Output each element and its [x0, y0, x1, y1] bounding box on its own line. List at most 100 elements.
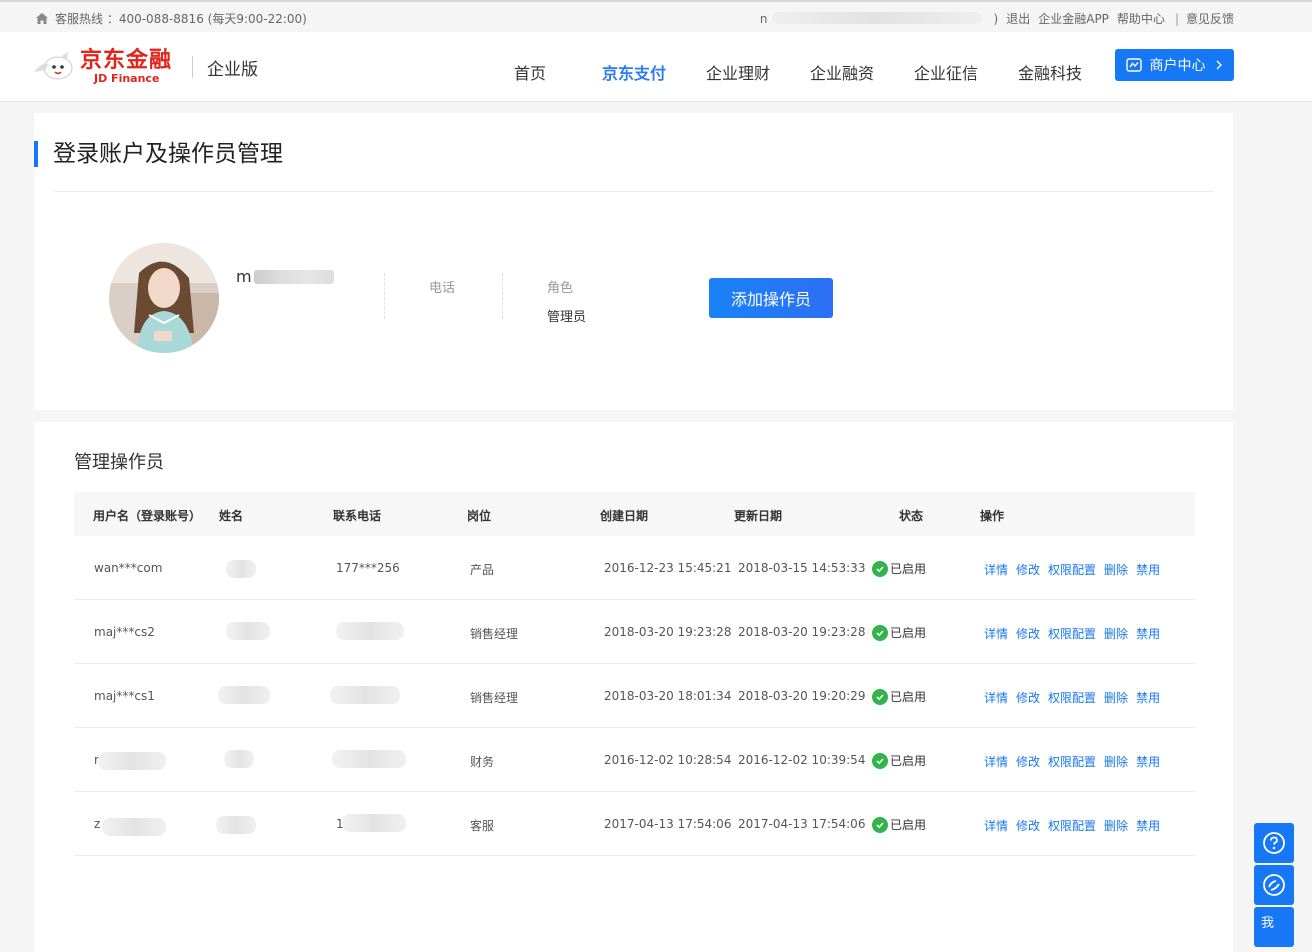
hotline: 客服热线 ：400-088-8816 (每天9:00-22:00): [36, 10, 307, 27]
add-operator-button[interactable]: 添加操作员: [709, 278, 833, 318]
top-link-separator: |: [1175, 12, 1179, 26]
edition-label: 企业版: [207, 55, 258, 80]
disable-link[interactable]: 禁用: [1136, 753, 1160, 770]
edit-link[interactable]: 修改: [1016, 753, 1040, 770]
cell-updated: 2018-03-20 19:23:28: [738, 625, 865, 639]
nav-wealth[interactable]: 企业理财: [686, 60, 790, 84]
cell-updated: 2018-03-20 19:20:29: [738, 689, 865, 703]
check-circle-icon: [872, 561, 888, 577]
merchant-center-button[interactable]: 商户中心: [1115, 49, 1234, 81]
account-username: m: [236, 267, 334, 286]
detail-link[interactable]: 详情: [984, 817, 1008, 834]
edit-link[interactable]: 修改: [1016, 561, 1040, 578]
hotline-text: 客服热线 ：400-088-8816 (每天9:00-22:00): [55, 10, 307, 27]
feedback-link[interactable]: 意见反馈: [1186, 10, 1234, 27]
cell-username: z: [94, 817, 100, 831]
disable-link[interactable]: 禁用: [1136, 817, 1160, 834]
row-actions: 详情 修改 权限配置 删除 禁用: [984, 817, 1168, 834]
check-circle-icon: [872, 689, 888, 705]
question-circle-icon: [1262, 831, 1286, 855]
delete-link[interactable]: 删除: [1104, 561, 1128, 578]
detail-link[interactable]: 详情: [984, 625, 1008, 642]
customer-service-icon: [1262, 873, 1286, 897]
edit-link[interactable]: 修改: [1016, 817, 1040, 834]
cell-created: 2018-03-20 18:01:34: [604, 689, 731, 703]
row-actions: 详情 修改 权限配置 删除 禁用: [984, 625, 1168, 642]
status-text: 已启用: [890, 816, 926, 833]
permission-link[interactable]: 权限配置: [1048, 753, 1096, 770]
disable-link[interactable]: 禁用: [1136, 625, 1160, 642]
edit-link[interactable]: 修改: [1016, 689, 1040, 706]
cell-username: maj***cs2: [94, 625, 155, 639]
cell-position: 客服: [470, 817, 494, 834]
permission-link[interactable]: 权限配置: [1048, 817, 1096, 834]
permission-link[interactable]: 权限配置: [1048, 625, 1096, 642]
col-name: 姓名: [219, 507, 243, 524]
col-status: 状态: [899, 507, 923, 524]
user-account-masked: [768, 12, 994, 26]
info-separator: [384, 273, 385, 319]
main-nav: 首页 京东支付 企业理财 企业融资 企业征信 金融科技: [478, 60, 1102, 84]
account-card: 登录账户及操作员管理 m 电话 角色 管理员 添加操作员: [34, 113, 1233, 410]
table-row: r 财务 2016-12-02 10:28:54 2016-12-02 10:3…: [74, 728, 1195, 792]
nav-credit[interactable]: 企业征信: [894, 60, 998, 84]
table-row: z 1 客服 2017-04-13 17:54:06 2017-04-13 17…: [74, 792, 1195, 856]
detail-link[interactable]: 详情: [984, 689, 1008, 706]
cell-username: maj***cs1: [94, 689, 155, 703]
page-title: 登录账户及操作员管理: [34, 141, 283, 167]
col-position: 岗位: [467, 507, 491, 524]
help-float-button[interactable]: [1254, 823, 1294, 863]
col-phone: 联系电话: [333, 507, 381, 524]
status-badge: 已启用: [872, 752, 926, 769]
operators-table: 用户名（登录账号） 姓名 联系电话 岗位 创建日期 更新日期 状态 操作 wan…: [74, 492, 1195, 856]
row-actions: 详情 修改 权限配置 删除 禁用: [984, 753, 1168, 770]
status-badge: 已启用: [872, 816, 926, 833]
col-actions: 操作: [980, 507, 1004, 524]
disable-link[interactable]: 禁用: [1136, 689, 1160, 706]
detail-link[interactable]: 详情: [984, 753, 1008, 770]
cell-created: 2016-12-23 15:45:21: [604, 561, 731, 575]
app-link[interactable]: 企业金融APP: [1038, 10, 1109, 27]
cell-phone-masked: [336, 622, 404, 640]
help-link[interactable]: 帮助中心: [1117, 10, 1165, 27]
logo[interactable]: 京东金融 JD Finance 企业版: [32, 49, 258, 85]
cell-updated: 2016-12-02 10:39:54: [738, 753, 865, 767]
me-float-button[interactable]: 我: [1254, 907, 1294, 947]
cell-name-masked: [216, 816, 256, 834]
permission-link[interactable]: 权限配置: [1048, 561, 1096, 578]
cell-created: 2016-12-02 10:28:54: [604, 753, 731, 767]
cell-created: 2017-04-13 17:54:06: [604, 817, 731, 831]
logout-link[interactable]: 退出: [1006, 10, 1030, 27]
logo-divider: [192, 56, 193, 78]
delete-link[interactable]: 删除: [1104, 753, 1128, 770]
cell-username-masked: [98, 752, 166, 770]
nav-financing[interactable]: 企业融资: [790, 60, 894, 84]
status-text: 已启用: [890, 560, 926, 577]
phone-label: 电话: [429, 277, 455, 296]
home-icon: [36, 13, 48, 24]
delete-link[interactable]: 删除: [1104, 689, 1128, 706]
cell-name-masked: [224, 750, 254, 768]
cell-updated: 2018-03-15 14:53:33: [738, 561, 865, 575]
cell-position: 产品: [470, 561, 494, 578]
col-created: 创建日期: [600, 507, 648, 524]
delete-link[interactable]: 删除: [1104, 625, 1128, 642]
nav-fintech[interactable]: 金融科技: [998, 60, 1102, 84]
col-username: 用户名（登录账号）: [93, 507, 201, 524]
status-text: 已启用: [890, 688, 926, 705]
delete-link[interactable]: 删除: [1104, 817, 1128, 834]
cell-username: wan***com: [94, 561, 162, 575]
role-label: 角色: [547, 277, 573, 296]
permission-link[interactable]: 权限配置: [1048, 689, 1096, 706]
table-header: 用户名（登录账号） 姓名 联系电话 岗位 创建日期 更新日期 状态 操作: [74, 492, 1195, 536]
merchant-center-label: 商户中心: [1150, 55, 1206, 75]
nav-home[interactable]: 首页: [478, 60, 582, 84]
edit-link[interactable]: 修改: [1016, 625, 1040, 642]
title-divider: [54, 191, 1214, 192]
service-float-button[interactable]: [1254, 865, 1294, 905]
disable-link[interactable]: 禁用: [1136, 561, 1160, 578]
status-text: 已启用: [890, 752, 926, 769]
nav-jd-pay[interactable]: 京东支付: [582, 60, 686, 84]
detail-link[interactable]: 详情: [984, 561, 1008, 578]
brand-cn: 京东金融: [80, 49, 172, 73]
